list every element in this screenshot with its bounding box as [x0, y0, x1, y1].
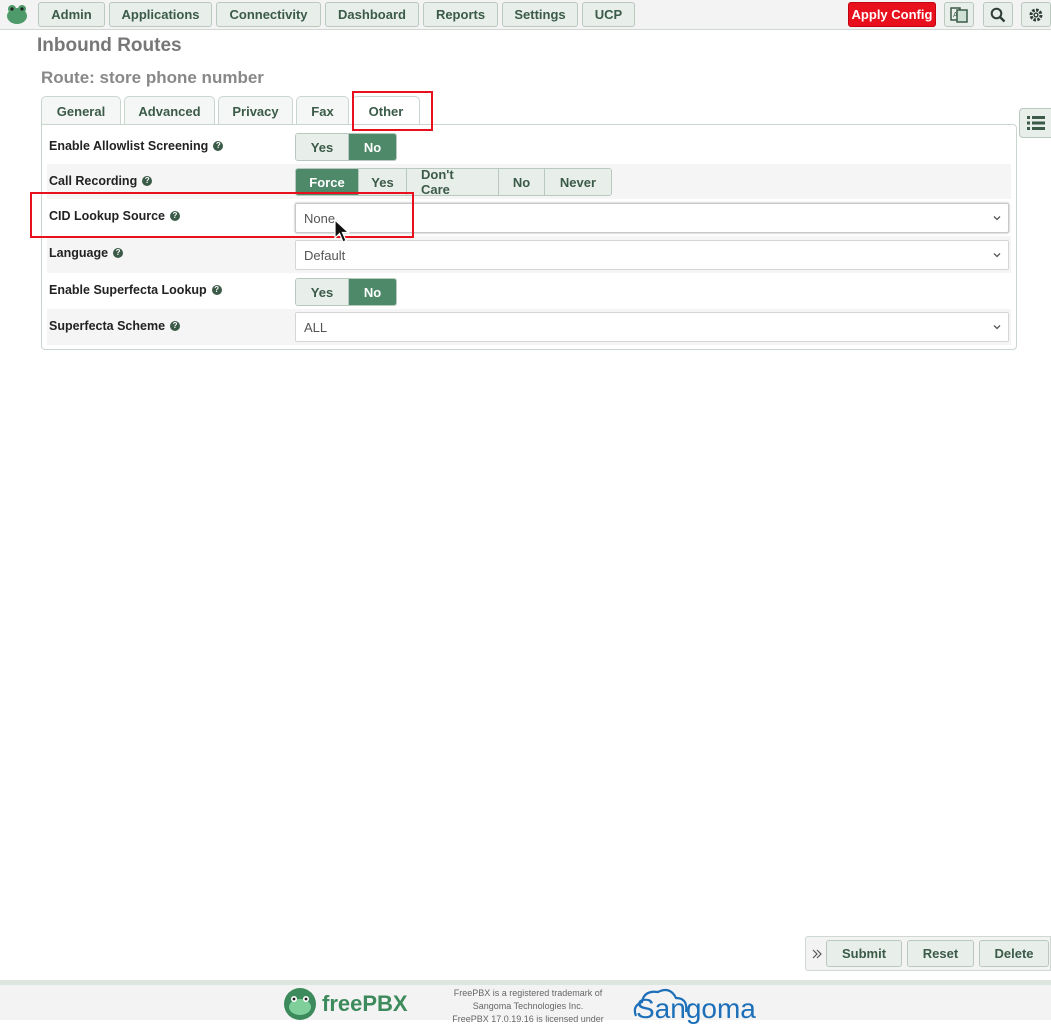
call-recording-dontcare-button[interactable]: Don't Care	[406, 169, 498, 195]
superfecta-scheme-value: ALL	[304, 319, 328, 335]
help-icon[interactable]: ?	[169, 211, 180, 221]
help-icon[interactable]: ?	[113, 248, 124, 258]
action-bar: Submit Reset Delete	[805, 936, 1051, 971]
gear-icon	[1029, 8, 1043, 21]
submit-button[interactable]: Submit	[826, 940, 902, 967]
chevron-down-icon	[993, 253, 1001, 258]
sangoma-brand: Sangoma	[636, 993, 756, 1024]
tab-other[interactable]: Other	[352, 96, 420, 126]
settings-button[interactable]	[1021, 2, 1051, 27]
superfecta-lookup-toggle: Yes No	[295, 278, 397, 306]
svg-text:A: A	[953, 11, 958, 19]
allowlist-toggle: Yes No	[295, 133, 397, 161]
help-icon[interactable]: ?	[170, 321, 181, 331]
superfecta-lookup-label: Enable Superfecta Lookup ?	[49, 283, 222, 297]
cid-lookup-value: None	[304, 210, 336, 226]
apply-config-button[interactable]: Apply Config	[848, 2, 936, 27]
mouse-cursor-icon	[334, 219, 350, 243]
search-button[interactable]	[983, 2, 1013, 27]
footer: freePBX FreePBX is a registered trademar…	[0, 980, 1051, 1024]
chevron-down-icon	[993, 325, 1001, 330]
list-icon	[1027, 116, 1045, 130]
language-label: Language ?	[49, 246, 124, 260]
search-icon	[990, 7, 1006, 22]
superfecta-lookup-label-text: Enable Superfecta Lookup	[49, 283, 207, 297]
language-value: Default	[304, 247, 346, 263]
nav-applications[interactable]: Applications	[109, 2, 212, 27]
language-select[interactable]: Default	[295, 240, 1009, 270]
trademark-text: FreePBX is a registered trademark of San…	[452, 988, 604, 1024]
call-recording-row: Call Recording ? Force Yes Don't Care No…	[47, 164, 1011, 199]
tab-advanced[interactable]: Advanced	[124, 96, 215, 125]
allowlist-no-button[interactable]: No	[348, 134, 396, 160]
cid-lookup-label-text: CID Lookup Source	[49, 209, 165, 223]
freepbx-footer-logo-icon	[284, 988, 316, 1020]
page-title: Inbound Routes	[37, 35, 182, 56]
nav-dashboard[interactable]: Dashboard	[325, 2, 419, 27]
call-recording-label-text: Call Recording	[49, 174, 138, 188]
call-recording-label: Call Recording ?	[49, 174, 153, 188]
nav-settings[interactable]: Settings	[502, 2, 578, 27]
superfecta-yes-button[interactable]: Yes	[296, 279, 348, 305]
cid-lookup-select[interactable]: None	[295, 203, 1009, 233]
collapse-chevron-icon[interactable]	[812, 949, 822, 959]
help-icon[interactable]: ?	[213, 141, 224, 151]
route-title: Route: store phone number	[41, 68, 264, 87]
superfecta-scheme-select[interactable]: ALL	[295, 312, 1009, 342]
call-recording-toggle: Force Yes Don't Care No Never	[295, 168, 612, 196]
superfecta-scheme-label-text: Superfecta Scheme	[49, 319, 166, 333]
cid-lookup-row: CID Lookup Source ? None	[47, 199, 1011, 236]
superfecta-no-button[interactable]: No	[348, 279, 396, 305]
language-row: Language ? Default	[47, 236, 1011, 273]
language-button[interactable]: A	[944, 2, 974, 27]
allowlist-yes-button[interactable]: Yes	[296, 134, 348, 160]
tab-fax[interactable]: Fax	[296, 96, 349, 125]
freepbx-brand: freePBX	[322, 991, 408, 1016]
chevron-down-icon	[993, 216, 1001, 221]
top-nav-bar: Admin Applications Connectivity Dashboar…	[0, 0, 1051, 30]
nav-connectivity[interactable]: Connectivity	[216, 2, 321, 27]
nav-reports[interactable]: Reports	[423, 2, 498, 27]
cid-lookup-label: CID Lookup Source ?	[49, 209, 180, 223]
help-icon[interactable]: ?	[211, 285, 222, 295]
reset-button[interactable]: Reset	[907, 940, 974, 967]
superfecta-scheme-label: Superfecta Scheme ?	[49, 319, 181, 333]
call-recording-force-button[interactable]: Force	[296, 169, 358, 195]
side-list-toggle[interactable]	[1019, 108, 1051, 138]
tab-general[interactable]: General	[41, 96, 121, 125]
delete-button[interactable]: Delete	[979, 940, 1049, 967]
tab-privacy[interactable]: Privacy	[218, 96, 293, 125]
allowlist-label-text: Enable Allowlist Screening	[49, 139, 209, 153]
allowlist-row: Enable Allowlist Screening ? Yes No	[47, 129, 1011, 164]
nav-admin[interactable]: Admin	[38, 2, 105, 27]
call-recording-no-button[interactable]: No	[498, 169, 544, 195]
language-label-text: Language	[49, 246, 109, 260]
freepbx-logo-icon[interactable]	[5, 3, 29, 25]
superfecta-lookup-row: Enable Superfecta Lookup ? Yes No	[47, 273, 1011, 308]
superfecta-scheme-row: Superfecta Scheme ? ALL	[47, 309, 1011, 345]
allowlist-label: Enable Allowlist Screening ?	[49, 139, 224, 153]
language-icon: A	[950, 6, 968, 23]
call-recording-never-button[interactable]: Never	[544, 169, 611, 195]
call-recording-yes-button[interactable]: Yes	[358, 169, 406, 195]
help-icon[interactable]: ?	[142, 176, 153, 186]
nav-ucp[interactable]: UCP	[582, 2, 635, 27]
